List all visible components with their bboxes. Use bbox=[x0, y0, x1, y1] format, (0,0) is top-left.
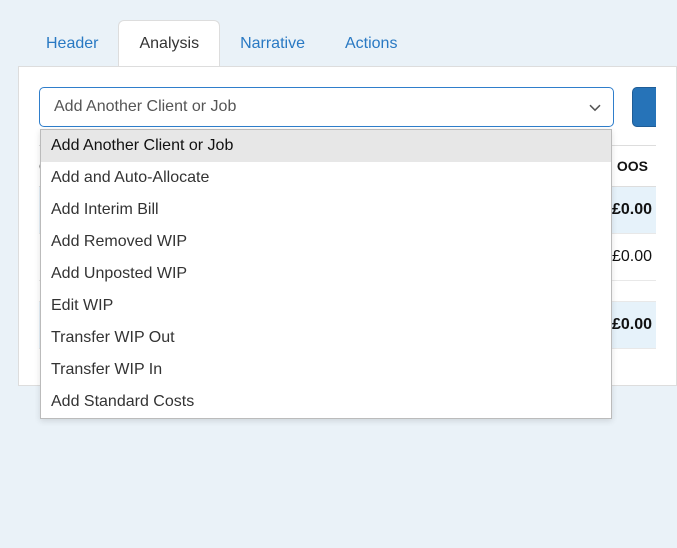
option-add-removed-wip[interactable]: Add Removed WIP bbox=[41, 226, 611, 258]
table-cell-value: £0.00 bbox=[608, 302, 656, 348]
option-transfer-wip-in[interactable]: Transfer WIP In bbox=[41, 354, 611, 386]
primary-action-button[interactable] bbox=[632, 87, 656, 127]
table-header-oos: OOS bbox=[609, 146, 656, 186]
option-add-and-auto-allocate[interactable]: Add and Auto-Allocate bbox=[41, 162, 611, 194]
table-cell-value: £0.00 bbox=[608, 187, 656, 233]
action-select[interactable]: Add Another Client or Job Add Another Cl… bbox=[39, 87, 614, 127]
action-select-dropdown: Add Another Client or Job Add and Auto-A… bbox=[40, 129, 612, 419]
tab-narrative[interactable]: Narrative bbox=[220, 21, 325, 67]
option-add-another-client-or-job[interactable]: Add Another Client or Job bbox=[41, 130, 611, 162]
option-edit-wip[interactable]: Edit WIP bbox=[41, 290, 611, 322]
chevron-down-icon bbox=[589, 104, 601, 112]
tab-header[interactable]: Header bbox=[26, 21, 118, 67]
option-add-unposted-wip[interactable]: Add Unposted WIP bbox=[41, 258, 611, 290]
analysis-panel: Add Another Client or Job Add Another Cl… bbox=[18, 66, 677, 386]
tab-actions[interactable]: Actions bbox=[325, 21, 417, 67]
option-transfer-wip-out[interactable]: Transfer WIP Out bbox=[41, 322, 611, 354]
tab-bar: Header Analysis Narrative Actions bbox=[18, 20, 677, 67]
table-cell-value: £0.00 bbox=[608, 234, 656, 280]
table-cell-value bbox=[640, 281, 656, 301]
action-select-value: Add Another Client or Job bbox=[54, 98, 236, 116]
tab-analysis[interactable]: Analysis bbox=[118, 20, 220, 67]
option-add-standard-costs[interactable]: Add Standard Costs bbox=[41, 386, 611, 418]
option-add-interim-bill[interactable]: Add Interim Bill bbox=[41, 194, 611, 226]
